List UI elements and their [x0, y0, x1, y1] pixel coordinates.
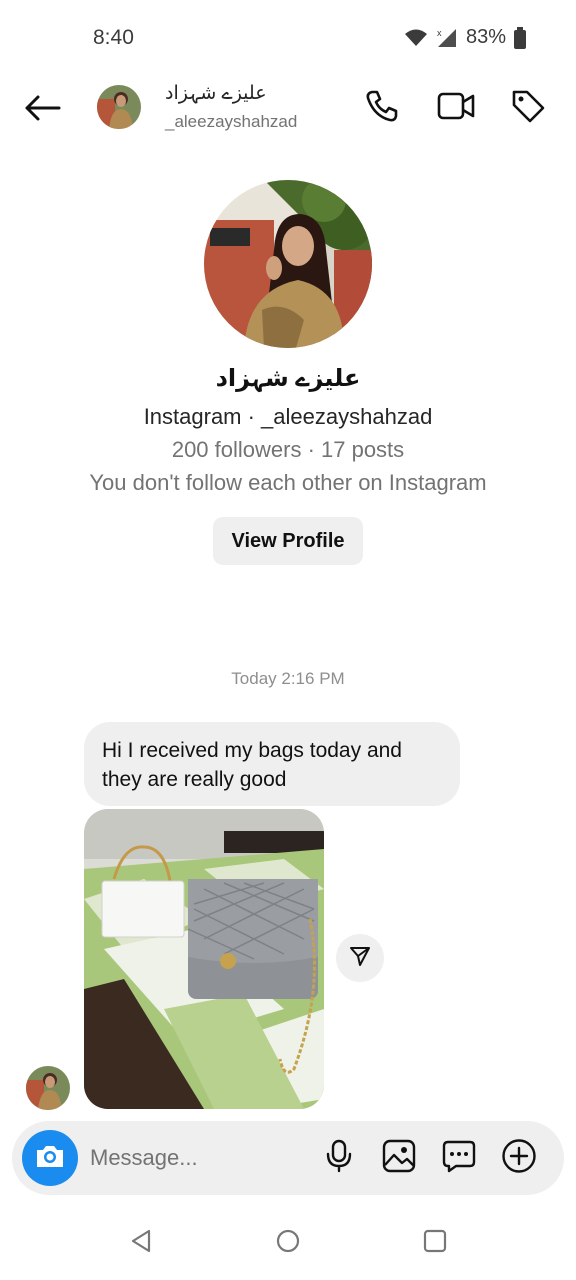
wifi-icon — [404, 28, 428, 48]
camera-button[interactable] — [22, 1130, 78, 1186]
sticker-icon — [442, 1139, 476, 1178]
add-icon — [501, 1138, 537, 1179]
nav-home-button[interactable] — [272, 1227, 304, 1259]
microphone-icon — [324, 1139, 354, 1178]
header-username[interactable]: _aleezayshahzad — [165, 112, 297, 132]
message-input[interactable] — [90, 1141, 310, 1175]
back-button[interactable] — [20, 90, 64, 130]
chat-header: علیزے شہزاد _aleezayshahzad — [0, 76, 576, 146]
header-name[interactable]: علیزے شہزاد — [165, 82, 267, 105]
nav-recents-button[interactable] — [419, 1227, 451, 1259]
profile-stats: 200 followers · 17 posts — [171, 437, 405, 462]
phone-icon — [364, 88, 400, 129]
system-nav-bar — [0, 1205, 576, 1280]
gallery-button[interactable] — [380, 1139, 418, 1177]
nav-home-icon — [275, 1228, 301, 1259]
share-photo-button[interactable] — [336, 934, 384, 982]
message-timestamp: Today 2:16 PM — [231, 669, 345, 688]
message-photo[interactable] — [84, 809, 324, 1109]
nav-back-icon — [129, 1228, 155, 1259]
camera-icon — [34, 1142, 66, 1175]
status-indicators: x 83% — [404, 26, 526, 49]
status-time: 8:40 — [93, 26, 134, 49]
nav-back-button[interactable] — [126, 1227, 158, 1259]
send-icon — [348, 944, 372, 973]
header-avatar[interactable] — [97, 85, 141, 129]
gallery-icon — [382, 1139, 416, 1178]
message-composer — [12, 1121, 564, 1195]
view-profile-button[interactable]: View Profile — [213, 517, 363, 565]
follow-status: You don't follow each other on Instagram — [89, 470, 487, 495]
profile-name: علیزے شہزاد — [215, 365, 361, 392]
profile-subtitle: Instagram · _aleezayshahzad — [143, 404, 433, 429]
add-button[interactable] — [500, 1138, 538, 1179]
battery-level: 83% — [465, 26, 506, 48]
svg-text:x: x — [437, 28, 442, 38]
sender-avatar[interactable] — [26, 1066, 70, 1110]
back-arrow-icon — [23, 94, 61, 127]
tag-icon — [510, 88, 546, 129]
profile-photo[interactable] — [204, 180, 372, 348]
battery-icon — [514, 26, 526, 49]
audio-call-button[interactable] — [362, 88, 402, 128]
nav-recents-icon — [422, 1228, 448, 1259]
video-camera-icon — [436, 90, 476, 127]
sticker-button[interactable] — [440, 1139, 478, 1177]
video-call-button[interactable] — [436, 88, 476, 128]
signal-icon: x — [436, 27, 458, 49]
tag-button[interactable] — [508, 88, 548, 128]
voice-message-button[interactable] — [320, 1139, 358, 1177]
message-bubble[interactable]: Hi I received my bags today and they are… — [84, 722, 460, 806]
status-bar: 8:40 x 83% — [0, 0, 576, 76]
